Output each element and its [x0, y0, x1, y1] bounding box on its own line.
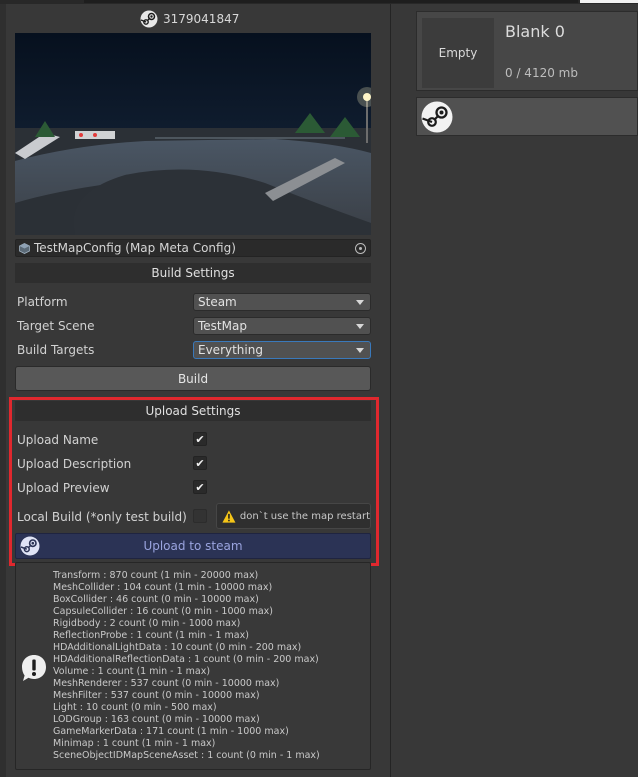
- local-build-label: Local Build (*only test build): [17, 510, 187, 524]
- object-picker-icon[interactable]: [355, 243, 366, 254]
- upload-description-checkbox[interactable]: ✔: [193, 456, 207, 470]
- upload-description-label: Upload Description: [17, 457, 132, 471]
- checkmark-icon: ✔: [195, 456, 205, 470]
- platform-value: Steam: [198, 295, 237, 309]
- stat-line: MeshRenderer : 537 count (0 min - 10000 …: [53, 678, 280, 689]
- stat-line: HDAdditionalReflectionData : 1 count (0 …: [53, 654, 319, 665]
- left-edge: [0, 4, 6, 777]
- slot-thumbnail-label: Empty: [438, 46, 478, 60]
- build-targets-value: Everything: [198, 343, 263, 357]
- upload-preview-checkbox[interactable]: ✔: [193, 480, 207, 494]
- warning-icon: [222, 509, 236, 523]
- stat-line: MeshFilter : 537 count (0 min - 10000 ma…: [53, 690, 260, 701]
- tab-edge: [580, 0, 638, 3]
- upload-to-steam-button[interactable]: Upload to steam: [15, 533, 371, 559]
- map-config-field[interactable]: TestMapConfig (Map Meta Config): [15, 239, 371, 257]
- target-scene-label: Target Scene: [17, 319, 95, 333]
- stat-line: GameMarkerData : 171 count (1 min - 1000…: [53, 726, 289, 737]
- map-config-value: TestMapConfig (Map Meta Config): [34, 241, 236, 255]
- stat-line: Volume : 1 count (1 min - 1 max): [53, 666, 211, 677]
- restart-warning: don`t use the map restart: [216, 503, 371, 529]
- stat-line: LODGroup : 163 count (0 min - 10000 max): [53, 714, 260, 725]
- stat-line: Light : 10 count (0 min - 500 max): [53, 702, 217, 713]
- build-settings-header: Build Settings: [15, 263, 371, 283]
- build-targets-dropdown[interactable]: Everything: [193, 341, 371, 359]
- stat-line: BoxCollider : 46 count (0 min - 10000 ma…: [53, 594, 259, 605]
- target-scene-dropdown[interactable]: TestMap: [193, 317, 371, 335]
- slot-title: Blank 0: [505, 22, 565, 41]
- slot-size: 0 / 4120 mb: [505, 66, 578, 80]
- build-button[interactable]: Build: [15, 366, 371, 391]
- workshop-id-row: 3179041847: [140, 10, 239, 28]
- platform-dropdown[interactable]: Steam: [193, 293, 371, 311]
- upload-preview-label: Upload Preview: [17, 481, 110, 495]
- active-tab-indicator: [84, 0, 578, 3]
- chevron-down-icon: [356, 324, 364, 329]
- restart-warning-text: don`t use the map restart: [239, 510, 370, 522]
- stat-line: ReflectionProbe : 1 count (1 min - 1 max…: [53, 630, 249, 641]
- checkmark-icon: ✔: [195, 432, 205, 446]
- scriptable-object-icon: [19, 242, 30, 254]
- map-preview-image: [15, 33, 371, 235]
- slot-thumbnail: Empty: [422, 18, 494, 88]
- top-tab-strip: [0, 0, 638, 4]
- steam-icon: [140, 10, 158, 28]
- checkmark-icon: ✔: [195, 480, 205, 494]
- stat-line: Rigidbody : 2 count (0 min - 1000 max): [53, 618, 241, 629]
- stat-line: Transform : 870 count (1 min - 20000 max…: [53, 570, 259, 581]
- stat-line: CapsuleCollider : 16 count (0 min - 1000…: [53, 606, 274, 617]
- info-bubble-icon: [22, 655, 46, 681]
- upload-settings-header: Upload Settings: [15, 401, 371, 421]
- platform-label: Platform: [17, 295, 68, 309]
- panel-divider: [390, 4, 391, 777]
- upload-name-checkbox[interactable]: ✔: [193, 432, 207, 446]
- stat-line: Minimap : 1 count (1 min - 1 max): [53, 738, 216, 749]
- local-build-checkbox[interactable]: [193, 509, 207, 523]
- stat-line: SceneObjectIDMapSceneAsset : 1 count (0 …: [53, 750, 320, 761]
- stat-line: HDAdditionalLightData : 10 count (0 min …: [53, 642, 302, 653]
- component-stats-list: Transform : 870 count (1 min - 20000 max…: [53, 570, 320, 762]
- target-scene-value: TestMap: [198, 319, 247, 333]
- upload-to-steam-label: Upload to steam: [143, 539, 243, 553]
- steam-icon: [421, 101, 453, 133]
- steam-account-bar[interactable]: [416, 97, 638, 136]
- upload-name-label: Upload Name: [17, 433, 99, 447]
- chevron-down-icon: [356, 300, 364, 305]
- stat-line: MeshCollider : 104 count (1 min - 10000 …: [53, 582, 273, 593]
- component-stats-box: Transform : 870 count (1 min - 20000 max…: [15, 562, 371, 770]
- steam-icon: [20, 536, 40, 556]
- chevron-down-icon: [356, 348, 364, 353]
- build-targets-label: Build Targets: [17, 343, 95, 357]
- map-slot-card[interactable]: Empty Blank 0 0 / 4120 mb: [416, 11, 638, 91]
- workshop-id: 3179041847: [163, 12, 240, 26]
